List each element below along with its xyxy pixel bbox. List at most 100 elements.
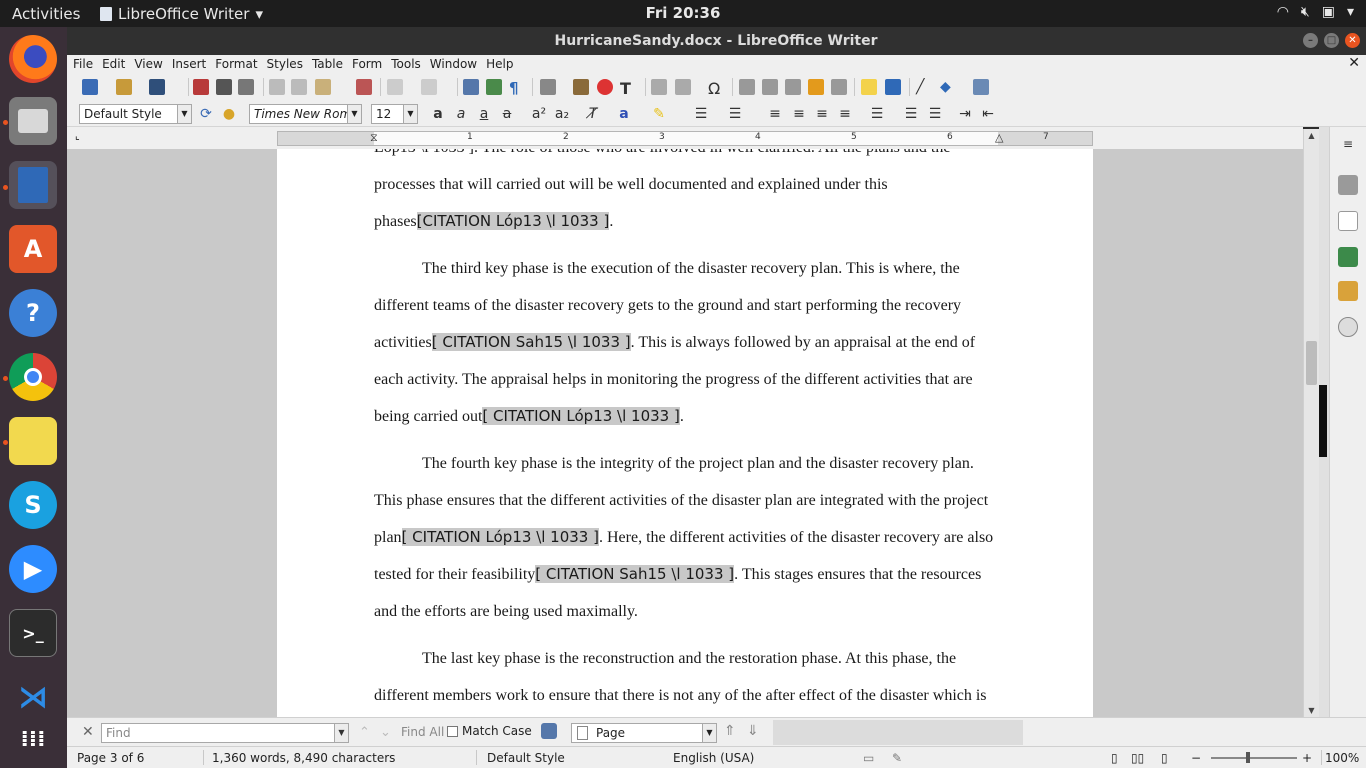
clock[interactable]: Fri 20:36: [646, 4, 721, 22]
page-number-status[interactable]: Page 3 of 6: [77, 751, 144, 765]
print-icon[interactable]: [216, 79, 232, 95]
show-applications-icon[interactable]: ⁞⁞⁞: [9, 715, 57, 763]
word-count-status[interactable]: 1,360 words, 8,490 characters: [212, 751, 395, 765]
gallery-icon[interactable]: [1338, 281, 1358, 301]
basic-shapes-icon[interactable]: ◆: [940, 79, 956, 95]
chevron-down-icon[interactable]: ▼: [347, 105, 361, 123]
line-spacing-icon[interactable]: ☰: [869, 106, 885, 122]
battery-icon[interactable]: ▣: [1322, 4, 1335, 20]
decrease-indent-icon[interactable]: ⇤: [980, 106, 996, 122]
properties-icon[interactable]: [1338, 175, 1358, 195]
citation-field[interactable]: [CITATION Lóp13 \l 1033 ]: [416, 212, 610, 230]
app-menu[interactable]: LibreOffice Writer ▾: [100, 5, 263, 23]
close-document-icon[interactable]: ✕: [1348, 55, 1360, 71]
system-tray[interactable]: ◠ 🔇︎ ▣ ▾: [1277, 4, 1354, 20]
files-icon[interactable]: [9, 97, 57, 145]
citation-field[interactable]: [ CITATION Sah15 \l 1033 ]: [431, 333, 631, 351]
find-previous-icon[interactable]: ⌃: [359, 725, 370, 740]
insert-text-box-icon[interactable]: T: [620, 79, 636, 98]
find-replace-icon[interactable]: [541, 723, 557, 739]
vscode-icon[interactable]: ⋊: [9, 673, 57, 721]
terminal-icon[interactable]: >_: [9, 609, 57, 657]
chrome-icon[interactable]: [9, 353, 57, 401]
footnote-icon[interactable]: [762, 79, 778, 95]
menu-file[interactable]: File: [73, 57, 93, 71]
print-preview-icon[interactable]: [238, 79, 254, 95]
firefox-icon[interactable]: [9, 35, 57, 83]
comment-icon[interactable]: [861, 79, 877, 95]
redo-icon[interactable]: [421, 79, 437, 95]
align-right-icon[interactable]: ≡: [814, 106, 830, 122]
close-find-bar-icon[interactable]: ✕: [82, 724, 94, 740]
paragraph[interactable]: The last key phase is the reconstruction…: [374, 640, 1004, 714]
skype-icon[interactable]: S: [9, 481, 57, 529]
font-name-combo[interactable]: Times New Roman ▼: [249, 104, 362, 124]
strikethrough-icon[interactable]: a: [499, 106, 515, 122]
menu-format[interactable]: Format: [215, 57, 257, 71]
page-icon[interactable]: [1338, 211, 1358, 231]
zoom-percent[interactable]: 100%: [1325, 751, 1359, 765]
hyperlink-icon[interactable]: [739, 79, 755, 95]
sidebar-deck-handle[interactable]: [1319, 127, 1329, 717]
zoom-slider-thumb[interactable]: [1246, 752, 1250, 763]
scrollbar-thumb[interactable]: [1306, 341, 1317, 385]
find-all-button[interactable]: Find All: [401, 725, 444, 739]
cross-reference-icon[interactable]: [831, 79, 847, 95]
menu-edit[interactable]: Edit: [102, 57, 125, 71]
chevron-down-icon[interactable]: ▾: [1347, 4, 1354, 20]
decrease-paragraph-spacing-icon[interactable]: ☰: [927, 106, 943, 122]
navigate-previous-icon[interactable]: ⇑: [724, 723, 736, 739]
new-style-icon[interactable]: ●: [221, 106, 237, 122]
new-document-icon[interactable]: [82, 79, 98, 95]
numbering-icon[interactable]: ☰: [727, 106, 743, 122]
menu-insert[interactable]: Insert: [172, 57, 206, 71]
align-center-icon[interactable]: ≡: [791, 106, 807, 122]
sticky-notes-icon[interactable]: [9, 417, 57, 465]
maximize-button[interactable]: □: [1324, 33, 1339, 48]
insert-line-icon[interactable]: ╱: [916, 79, 932, 95]
superscript-icon[interactable]: a²: [531, 106, 547, 122]
copy-icon[interactable]: [291, 79, 307, 95]
chevron-down-icon[interactable]: ▼: [702, 724, 716, 742]
zoom-out-icon[interactable]: −: [1191, 751, 1201, 765]
undo-icon[interactable]: [387, 79, 403, 95]
activities-button[interactable]: Activities: [12, 5, 80, 23]
paste-icon[interactable]: [315, 79, 331, 95]
paragraph[interactable]: The third key phase is the execution of …: [374, 250, 1004, 435]
endnote-icon[interactable]: [785, 79, 801, 95]
bullets-icon[interactable]: ☰: [693, 106, 709, 122]
insert-chart-icon[interactable]: [597, 79, 613, 95]
font-size-combo[interactable]: 12 ▼: [371, 104, 418, 124]
tab-stop-selector[interactable]: ⌞: [75, 131, 80, 142]
book-view-icon[interactable]: ▯: [1161, 751, 1168, 765]
menu-help[interactable]: Help: [486, 57, 513, 71]
digital-signature-icon[interactable]: ✎: [892, 751, 902, 765]
insert-image-icon[interactable]: [573, 79, 589, 95]
chevron-down-icon[interactable]: ▼: [177, 105, 191, 123]
software-center-icon[interactable]: A: [9, 225, 57, 273]
clone-formatting-icon[interactable]: [356, 79, 372, 95]
find-input[interactable]: Find ▼: [101, 723, 349, 743]
left-indent-marker[interactable]: ⧖: [370, 131, 378, 145]
highlight-color-icon[interactable]: ✎: [651, 106, 667, 122]
sidebar-menu-icon[interactable]: ≡: [1338, 137, 1358, 157]
multi-page-view-icon[interactable]: ▯▯: [1131, 751, 1144, 765]
minimize-button[interactable]: –: [1303, 33, 1318, 48]
sidebar-collapse-handle[interactable]: [1319, 385, 1327, 457]
single-page-view-icon[interactable]: ▯: [1111, 751, 1118, 765]
vertical-scrollbar[interactable]: ▲ ▼: [1303, 129, 1319, 717]
navigate-next-icon[interactable]: ⇓: [747, 723, 759, 739]
page-style-status[interactable]: Default Style: [487, 751, 565, 765]
insert-table-icon[interactable]: [540, 79, 556, 95]
paragraph[interactable]: Lóp13 \l 1033 ]. The role of those who a…: [374, 149, 1004, 240]
menu-table[interactable]: Table: [312, 57, 343, 71]
menu-form[interactable]: Form: [352, 57, 382, 71]
clear-formatting-icon[interactable]: T̸: [585, 106, 601, 122]
zoom-slider[interactable]: [1211, 757, 1297, 759]
insert-field-icon[interactable]: [675, 79, 691, 95]
font-color-icon[interactable]: a: [616, 106, 632, 122]
bookmark-icon[interactable]: [808, 79, 824, 95]
horizontal-ruler[interactable]: ⧖ △ 1 2 3 4 5 6 7: [277, 131, 1093, 146]
document-body[interactable]: Lóp13 \l 1033 ]. The role of those who a…: [374, 149, 1004, 717]
draw-functions-icon[interactable]: [973, 79, 989, 95]
